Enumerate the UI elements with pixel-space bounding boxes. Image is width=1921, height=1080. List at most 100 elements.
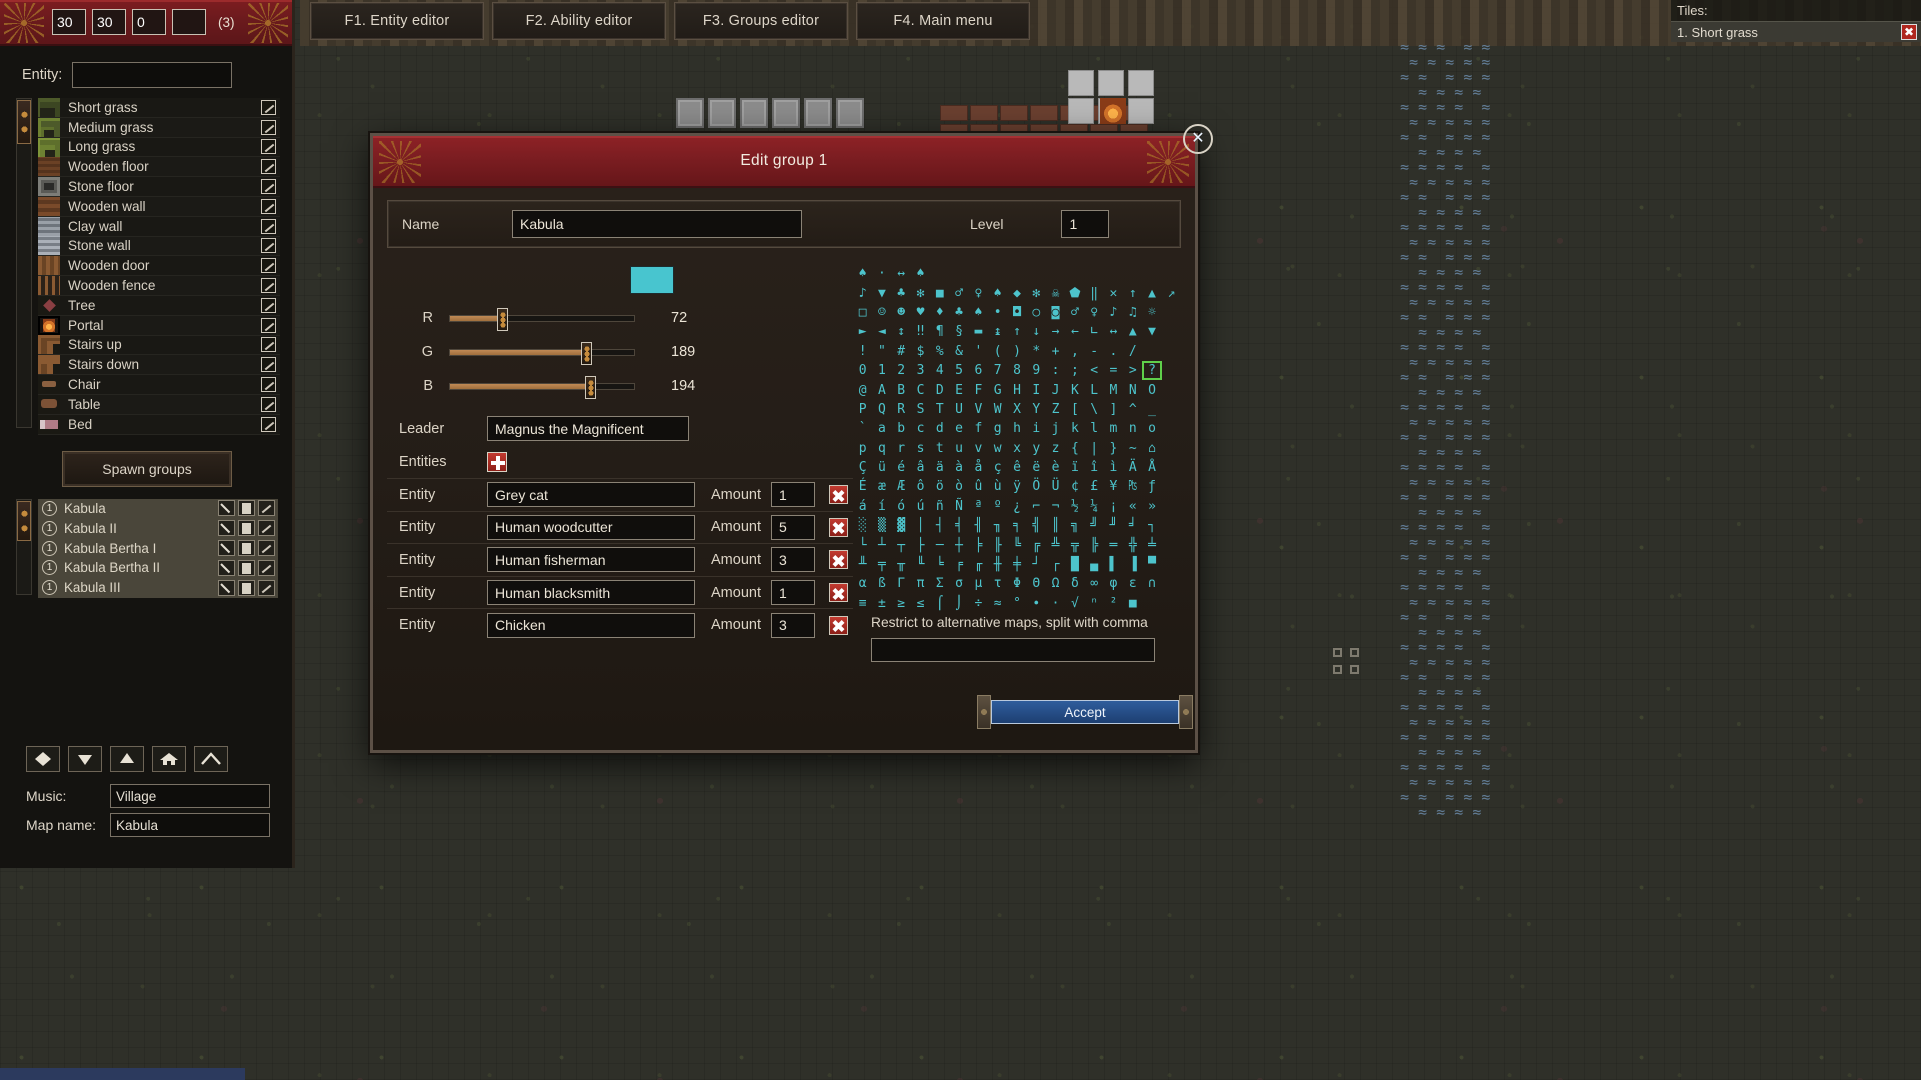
glyph-cell[interactable]: m xyxy=(1104,419,1123,438)
entity-list-item[interactable]: Wooden door xyxy=(38,256,280,277)
glyph-cell[interactable]: Γ xyxy=(892,574,911,593)
glyph-cell[interactable]: τ xyxy=(988,574,1007,593)
pipette-icon[interactable] xyxy=(218,520,235,537)
glyph-cell[interactable]: ↑ xyxy=(1123,283,1142,302)
glyph-cell[interactable]: ♠ xyxy=(853,264,872,283)
glyph-cell[interactable]: ╖ xyxy=(988,516,1007,535)
glyph-cell[interactable]: æ xyxy=(872,477,891,496)
glyph-cell[interactable]: • xyxy=(988,303,1007,322)
close-icon[interactable]: ✕ xyxy=(1183,124,1213,154)
glyph-cell[interactable] xyxy=(1065,264,1084,283)
glyph-cell[interactable]: ← xyxy=(1065,322,1084,341)
glyph-cell[interactable] xyxy=(1085,264,1104,283)
glyph-cell[interactable]: ╛ xyxy=(1123,516,1142,535)
glyph-cell[interactable]: ^ xyxy=(1123,400,1142,419)
glyph-cell[interactable]: E xyxy=(949,380,968,399)
glyph-cell[interactable]: █ xyxy=(1065,555,1084,574)
tab-ability-editor[interactable]: F2. Ability editor xyxy=(492,2,666,40)
glyph-cell[interactable]: h xyxy=(1007,419,1026,438)
glyph-cell[interactable]: è xyxy=(1046,458,1065,477)
glyph-cell[interactable]: ↗ xyxy=(1162,283,1181,302)
glyph-cell[interactable]: Ö xyxy=(1027,477,1046,496)
glyph-cell[interactable]: ù xyxy=(988,477,1007,496)
glyph-cell[interactable]: ╕ xyxy=(1007,516,1026,535)
glyph-cell[interactable]: ò xyxy=(949,477,968,496)
entity-list-item[interactable]: Medium grass xyxy=(38,117,280,138)
glyph-cell[interactable]: ◘ xyxy=(1007,303,1026,322)
glyph-cell[interactable]: ► xyxy=(853,322,872,341)
glyph-cell[interactable]: 6 xyxy=(969,361,988,380)
glyph-cell[interactable]: L xyxy=(1085,380,1104,399)
glyph-cell[interactable]: ♂ xyxy=(949,283,968,302)
glyph-cell[interactable]: ╔ xyxy=(1027,535,1046,554)
glyph-cell[interactable]: 8 xyxy=(1007,361,1026,380)
glyph-cell[interactable]: î xyxy=(1085,458,1104,477)
glyph-cell[interactable]: ♠ xyxy=(988,283,1007,302)
tiles-row[interactable]: 1. Short grass ✖ xyxy=(1671,21,1921,42)
glyph-cell[interactable]: B xyxy=(892,380,911,399)
glyph-cell[interactable]: ╝ xyxy=(1085,516,1104,535)
glyph-cell[interactable]: ↨ xyxy=(988,322,1007,341)
glyph-cell[interactable] xyxy=(1142,264,1161,283)
glyph-cell[interactable]: ¿ xyxy=(1007,497,1026,516)
glyph-cell[interactable]: ∞ xyxy=(1085,574,1104,593)
entity-list-item[interactable]: Portal xyxy=(38,315,280,336)
glyph-cell[interactable]: < xyxy=(1085,361,1104,380)
glyph-cell[interactable]: ü xyxy=(872,458,891,477)
glyph-cell[interactable]: r xyxy=(892,439,911,458)
glyph-cell[interactable]: T xyxy=(930,400,949,419)
group-entity-amount-input[interactable]: 3 xyxy=(770,547,815,573)
glyph-cell[interactable]: Å xyxy=(1142,458,1161,477)
glyph-cell[interactable]: n xyxy=(1123,419,1142,438)
glyph-cell[interactable]: ◙ xyxy=(1046,303,1065,322)
glyph-cell[interactable]: ▬ xyxy=(969,322,988,341)
glyph-cell[interactable]: É xyxy=(853,477,872,496)
glyph-cell[interactable]: å xyxy=(969,458,988,477)
glyph-cell[interactable]: ä xyxy=(930,458,949,477)
glyph-cell[interactable]: ∙ xyxy=(1027,594,1046,613)
glyph-cell[interactable] xyxy=(1162,419,1181,438)
glyph-cell[interactable] xyxy=(1162,477,1181,496)
glyph-cell[interactable]: [ xyxy=(1065,400,1084,419)
glyph-cell[interactable]: ' xyxy=(969,342,988,361)
glyph-cell[interactable]: └ xyxy=(853,535,872,554)
color-slider-track[interactable] xyxy=(449,375,635,399)
glyph-cell[interactable]: c xyxy=(911,419,930,438)
name-input[interactable]: Kabula xyxy=(512,210,802,238)
glyph-cell[interactable]: ♠ xyxy=(969,303,988,322)
group-entity-name-input[interactable]: Human woodcutter xyxy=(487,514,695,540)
glyph-cell[interactable]: ╓ xyxy=(969,555,988,574)
group-list-item[interactable]: 1 Kabula II xyxy=(38,518,278,539)
glyph-cell[interactable]: ↑ xyxy=(1007,322,1026,341)
glyph-cell[interactable]: Φ xyxy=(1007,574,1026,593)
glyph-cell[interactable] xyxy=(1142,342,1161,361)
glyph-cell[interactable] xyxy=(1007,264,1026,283)
glyph-cell[interactable] xyxy=(969,264,988,283)
glyph-cell[interactable]: ♀ xyxy=(969,283,988,302)
glyph-cell[interactable]: ? xyxy=(1142,360,1162,381)
glyph-cell[interactable]: Æ xyxy=(892,477,911,496)
glyph-cell[interactable]: « xyxy=(1123,497,1142,516)
entity-list-scroll-thumb[interactable] xyxy=(17,100,31,144)
glyph-cell[interactable]: ▌ xyxy=(1104,555,1123,574)
glyph-cell[interactable]: 1 xyxy=(872,361,891,380)
glyph-cell[interactable]: é xyxy=(892,458,911,477)
glyph-cell[interactable]: ▒ xyxy=(872,516,891,535)
glyph-cell[interactable]: ☠ xyxy=(1046,283,1065,302)
glyph-cell[interactable]: x xyxy=(1007,439,1026,458)
entity-list-item[interactable]: Clay wall xyxy=(38,216,280,237)
entity-edit-icon[interactable] xyxy=(261,238,276,254)
glyph-cell[interactable]: ⌂ xyxy=(1142,439,1161,458)
glyph-cell[interactable]: ▓ xyxy=(892,516,911,535)
copy-icon[interactable] xyxy=(238,579,255,596)
entity-search-input[interactable] xyxy=(72,62,233,88)
entity-edit-icon[interactable] xyxy=(261,179,276,195)
group-entity-name-input[interactable]: Human fisherman xyxy=(487,547,695,573)
glyph-cell[interactable]: ╢ xyxy=(969,516,988,535)
glyph-cell[interactable]: ¢ xyxy=(1065,477,1084,496)
group-list-scroll-thumb[interactable] xyxy=(17,500,31,541)
entity-edit-icon[interactable] xyxy=(261,416,276,432)
glyph-cell[interactable] xyxy=(1162,264,1181,283)
glyph-cell[interactable] xyxy=(1162,322,1181,341)
glyph-cell[interactable]: ≥ xyxy=(892,594,911,613)
